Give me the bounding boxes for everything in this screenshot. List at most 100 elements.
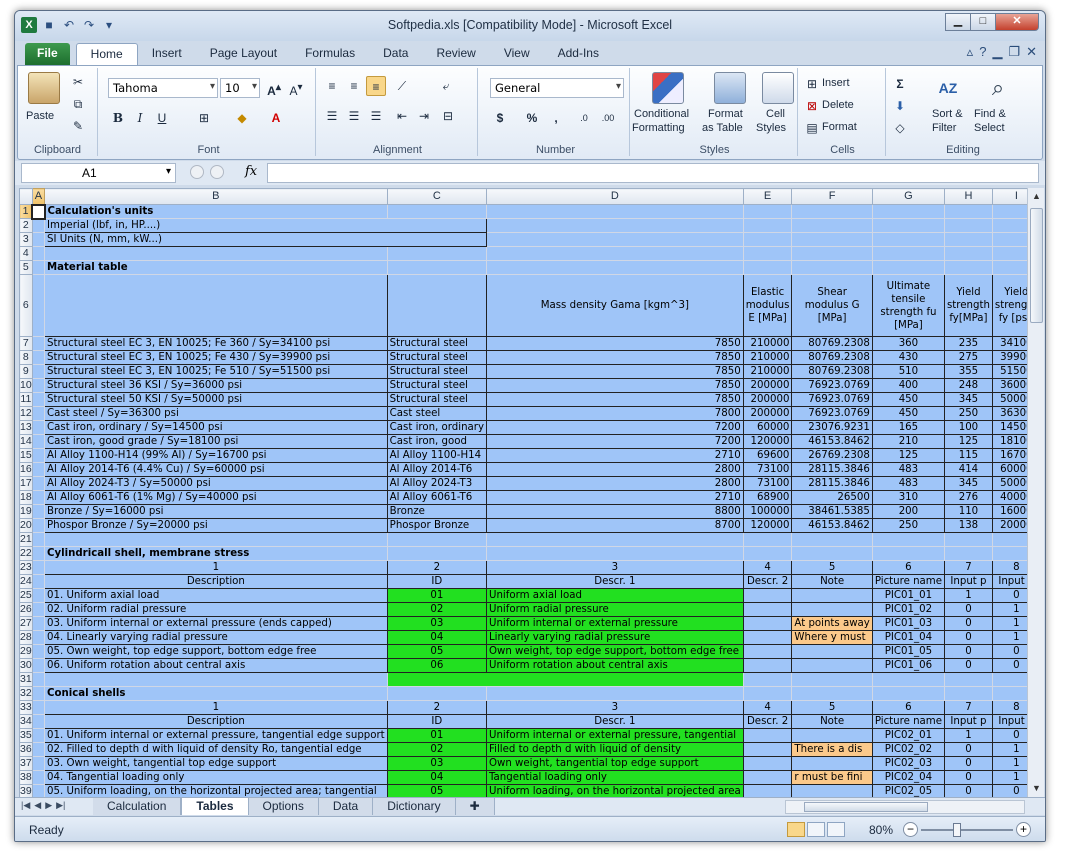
row-header[interactable]: 18 <box>19 490 33 505</box>
borders-icon[interactable]: ⊞ <box>194 108 214 128</box>
cell[interactable] <box>486 218 744 233</box>
material-cell[interactable]: 138 <box>944 518 993 533</box>
material-cell[interactable]: 483 <box>871 462 946 477</box>
copy-icon[interactable]: ⧉ <box>68 94 88 114</box>
row-header[interactable]: 30 <box>19 658 33 673</box>
material-cell[interactable]: 200 <box>871 504 946 519</box>
shell-cell[interactable] <box>791 588 873 603</box>
shell-header[interactable]: Input q <box>991 574 1027 589</box>
sheet-tab-tables[interactable]: Tables <box>181 798 249 815</box>
shell-cell[interactable]: Uniform loading, on the horizontal proje… <box>486 784 744 797</box>
shell-cell[interactable]: 02. Uniform radial pressure <box>44 602 388 617</box>
select-label[interactable]: Select <box>974 122 1005 134</box>
shell-header[interactable]: ID <box>386 714 488 729</box>
material-cell[interactable]: 60000 <box>742 420 793 435</box>
shell-cell[interactable]: 02 <box>386 742 488 757</box>
shell-cell[interactable] <box>791 658 873 673</box>
material-cell[interactable]: 46153.8462 <box>791 518 873 533</box>
cell[interactable] <box>791 260 873 275</box>
delete-label[interactable]: Delete <box>822 99 854 111</box>
shell-cell[interactable]: Filled to depth d with liquid of density <box>486 742 744 757</box>
shell-header[interactable]: Input q <box>991 714 1027 729</box>
material-cell[interactable]: Structural steel EC 3, EN 10025; Fe 430 … <box>44 350 388 365</box>
material-cell[interactable]: Phospor Bronze <box>386 518 488 533</box>
cell[interactable] <box>31 588 46 603</box>
material-cell[interactable]: 80769.2308 <box>791 350 873 365</box>
tab-page-layout[interactable]: Page Layout <box>196 43 291 65</box>
cell[interactable] <box>31 602 46 617</box>
shell-header[interactable]: Picture name <box>871 574 946 589</box>
zoom-level[interactable]: 80% <box>869 823 893 837</box>
cell[interactable] <box>991 532 1027 547</box>
shell-cell[interactable]: Tangential loading only <box>486 770 744 785</box>
index-cell[interactable]: 1 <box>44 700 388 715</box>
align-bottom-icon[interactable]: ≡ <box>366 76 386 96</box>
cell[interactable] <box>871 532 946 547</box>
shell-cell[interactable]: PIC02_02 <box>871 742 946 757</box>
material-cell[interactable]: 80769.2308 <box>791 336 873 351</box>
cell[interactable] <box>31 274 46 337</box>
row-header[interactable]: 39 <box>19 784 33 797</box>
minimize-ribbon-icon[interactable]: ▵ <box>967 44 974 60</box>
cell[interactable] <box>386 532 488 547</box>
percent-icon[interactable]: % <box>522 108 542 128</box>
material-cell[interactable]: 200000 <box>742 392 793 407</box>
shell-cell[interactable] <box>742 588 793 603</box>
material-cell[interactable]: Al Alloy 2024-T3 <box>386 476 488 491</box>
material-cell[interactable]: Structural steel 36 KSI / Sy=36000 psi <box>44 378 388 393</box>
row-header[interactable]: 27 <box>19 616 33 631</box>
shell-cell[interactable]: 01 <box>386 588 488 603</box>
shell-cell[interactable] <box>742 756 793 771</box>
shell-cell[interactable]: 0 <box>944 742 993 757</box>
material-header[interactable]: Shear modulus G [MPa] <box>791 274 873 337</box>
material-cell[interactable]: 7850 <box>486 336 744 351</box>
index-cell[interactable]: 3 <box>486 700 744 715</box>
normal-view-icon[interactable] <box>787 822 805 837</box>
material-cell[interactable]: 483 <box>871 476 946 491</box>
shell-cell[interactable]: 05 <box>386 644 488 659</box>
cell[interactable] <box>31 658 46 673</box>
cell[interactable] <box>742 532 793 547</box>
shell-header[interactable]: Description <box>44 714 388 729</box>
shell-cell[interactable]: 03. Uniform internal or external pressur… <box>44 616 388 631</box>
material-cell[interactable]: 60000 <box>991 462 1027 477</box>
shell-cell[interactable]: Uniform internal or external pressure <box>486 616 744 631</box>
row-header[interactable]: 8 <box>19 350 33 365</box>
row-header[interactable]: 3 <box>19 232 33 247</box>
row-header[interactable]: 29 <box>19 644 33 659</box>
sheet-tab-dictionary[interactable]: Dictionary <box>373 798 456 815</box>
row-header[interactable]: 9 <box>19 364 33 379</box>
material-cell[interactable]: Al Alloy 1100-H14 <box>386 448 488 463</box>
orientation-icon[interactable]: ⟋ <box>392 76 412 96</box>
material-cell[interactable]: 2800 <box>486 462 744 477</box>
shell-cell[interactable] <box>791 728 873 743</box>
cell[interactable] <box>386 274 488 337</box>
material-cell[interactable]: Structural steel EC 3, EN 10025; Fe 510 … <box>44 364 388 379</box>
tab-review[interactable]: Review <box>422 43 489 65</box>
format-cells-label[interactable]: Format <box>822 121 857 133</box>
material-cell[interactable]: 2710 <box>486 448 744 463</box>
cell[interactable] <box>386 546 488 561</box>
shell-header[interactable]: Description <box>44 574 388 589</box>
shell-header[interactable]: Descr. 2 <box>742 714 793 729</box>
cell[interactable] <box>991 546 1027 561</box>
tab-file[interactable]: File <box>25 43 70 65</box>
cell[interactable] <box>991 686 1027 701</box>
row-header[interactable]: 38 <box>19 770 33 785</box>
cell[interactable] <box>386 686 488 701</box>
cell[interactable] <box>871 246 946 261</box>
material-cell[interactable]: 100 <box>944 420 993 435</box>
zoom-out-icon[interactable]: − <box>903 822 918 837</box>
shell-cell[interactable]: 05. Uniform loading, on the horizontal p… <box>44 784 388 797</box>
cell[interactable] <box>486 260 744 275</box>
material-cell[interactable]: Al Alloy 6061-T6 <box>386 490 488 505</box>
cell[interactable] <box>44 274 388 337</box>
shell-cell[interactable]: 01. Uniform internal or external pressur… <box>44 728 388 743</box>
cell[interactable] <box>871 672 946 687</box>
row-header[interactable]: 11 <box>19 392 33 407</box>
material-cell[interactable]: Cast steel <box>386 406 488 421</box>
material-cell[interactable]: 210000 <box>742 364 793 379</box>
format-painter-icon[interactable]: ✎ <box>68 116 88 136</box>
cell[interactable] <box>31 406 46 421</box>
select-all-corner[interactable] <box>19 188 33 205</box>
